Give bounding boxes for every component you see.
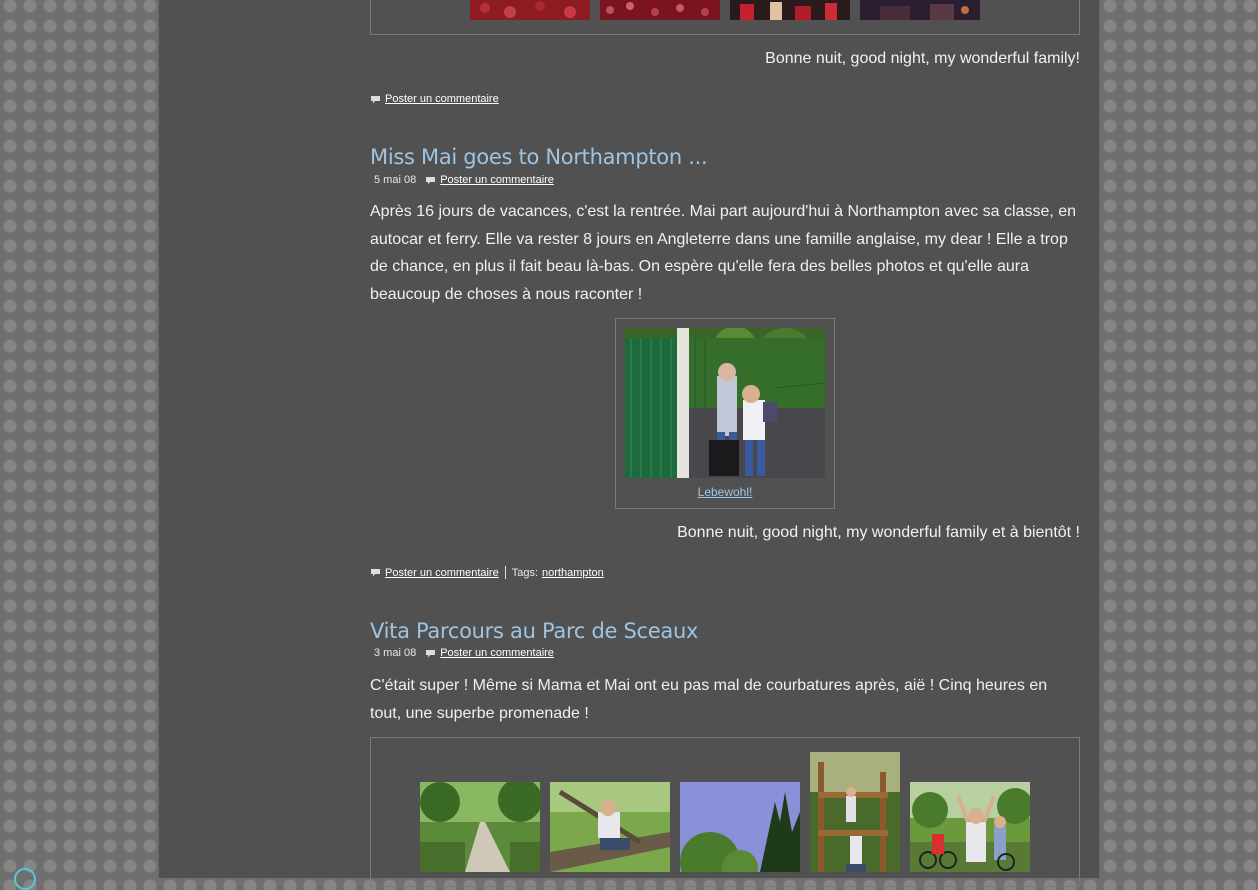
photo-thumbnail[interactable]: [730, 0, 850, 20]
post-date: 5 mai 08: [374, 174, 417, 186]
post-body: Après 16 jours de vacances, c'est la ren…: [370, 203, 1077, 303]
photo-strip-previous: [370, 0, 1080, 35]
post-date: 3 mai 08: [374, 647, 417, 659]
post-footer: Poster un commentaire Tags: northampton: [370, 566, 604, 579]
photo-gallery: [370, 737, 1080, 887]
post-meta: 5 mai 08 Poster un commentaire: [374, 174, 554, 186]
comment-bubble-icon: [371, 95, 380, 103]
photo-caption-link[interactable]: Lebewohl!: [698, 485, 753, 499]
photo-thumbnail[interactable]: [680, 782, 800, 872]
comment-bubble-icon: [371, 569, 380, 577]
page-column: Bonne nuit, good night, my wonderful fam…: [158, 0, 1100, 887]
photo-thumbnail[interactable]: [420, 782, 540, 872]
post-signoff: Bonne nuit, good night, my wonderful fam…: [765, 50, 1080, 67]
post-meta: 3 mai 08 Poster un commentaire: [374, 647, 554, 659]
photo-thumbnail[interactable]: [600, 0, 720, 20]
comment-link[interactable]: Poster un commentaire: [440, 174, 554, 186]
comment-link[interactable]: Poster un commentaire: [440, 647, 554, 659]
photo-thumbnail[interactable]: [550, 782, 670, 872]
post-signoff: Bonne nuit, good night, my wonderful fam…: [677, 524, 1080, 541]
comment-bubble-icon: [426, 649, 436, 657]
photo-frame: Lebewohl!: [615, 318, 835, 509]
post-title[interactable]: Miss Mai goes to Northampton ...: [370, 145, 708, 169]
comment-link[interactable]: Poster un commentaire: [385, 567, 499, 579]
photo-thumbnail[interactable]: [470, 0, 590, 20]
photo-thumbnail[interactable]: [810, 752, 900, 872]
post-footer: Poster un commentaire: [370, 93, 499, 105]
comment-bubble-icon: [426, 176, 436, 184]
footer-separator: [504, 566, 506, 579]
photo-lebewohl[interactable]: [625, 328, 825, 478]
comment-link[interactable]: Poster un commentaire: [385, 93, 499, 105]
corner-decoration: [14, 868, 36, 890]
photo-thumbnail[interactable]: [860, 0, 980, 20]
tags-label: Tags:: [511, 566, 539, 579]
post-title[interactable]: Vita Parcours au Parc de Sceaux: [370, 619, 698, 643]
tag-link[interactable]: northampton: [542, 567, 604, 579]
post-body: C'était super ! Même si Mama et Mai ont …: [370, 677, 1048, 722]
photo-thumbnail[interactable]: [910, 782, 1030, 872]
